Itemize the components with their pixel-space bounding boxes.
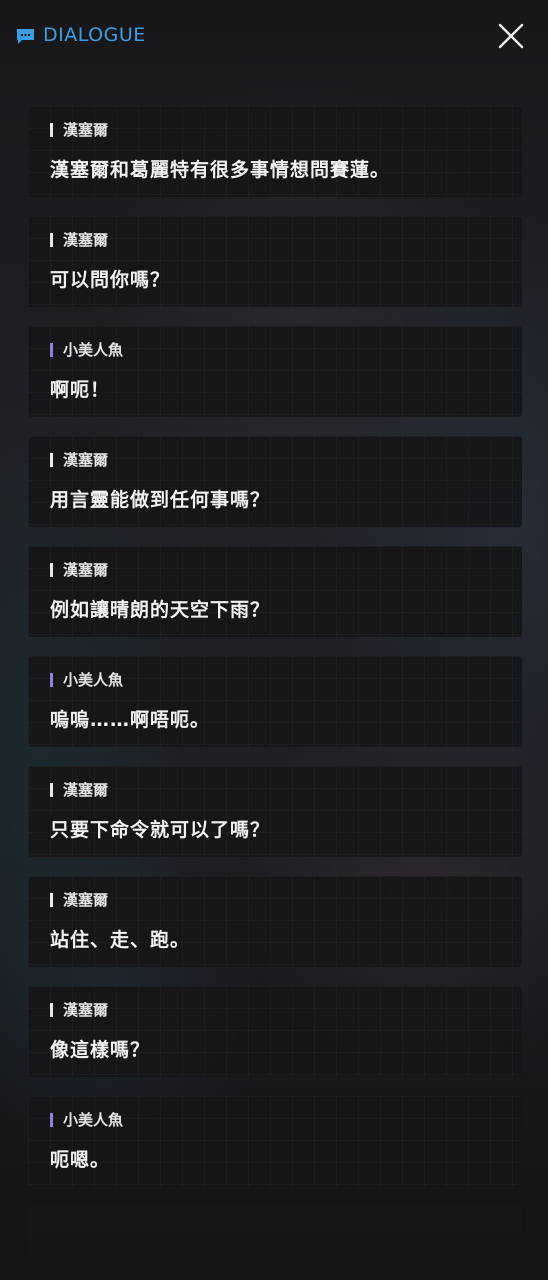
dialogue-entry: 漢塞爾例如讓晴朗的天空下雨？	[28, 546, 522, 637]
speaker-tag: 小美人魚	[50, 1109, 123, 1130]
speaker-tag: 漢塞爾	[50, 119, 108, 140]
speaker-marker	[50, 1002, 53, 1017]
close-icon[interactable]	[497, 22, 525, 50]
speaker-name: 漢塞爾	[63, 231, 109, 249]
dialogue-entry: 漢塞爾漢塞爾和葛麗特有很多事情想問賽蓮。	[28, 106, 522, 197]
dialogue-entry: 小美人魚嗚嗚……啊唔呃。	[28, 656, 522, 747]
dialogue-entry: 小美人魚啊呃！	[28, 326, 522, 417]
speaker-tag: 漢塞爾	[50, 229, 108, 250]
speaker-marker	[50, 232, 53, 247]
dialogue-entry: 漢塞爾用言靈能做到任何事嗎？	[28, 436, 522, 527]
speaker-marker	[50, 782, 53, 797]
speaker-name: 漢塞爾	[63, 781, 109, 799]
dialogue-entry: 漢塞爾像這樣嗎？	[28, 986, 522, 1077]
dialogue-line: 例如讓晴朗的天空下雨？	[50, 599, 271, 621]
dialogue-line: 呃嗯。	[50, 1149, 111, 1171]
speaker-name: 漢塞爾	[63, 891, 109, 909]
speaker-tag: 漢塞爾	[50, 559, 108, 580]
speaker-tag: 漢塞爾	[50, 779, 108, 800]
speaker-name: 漢塞爾	[63, 121, 109, 139]
speaker-name: 小美人魚	[63, 341, 124, 359]
chat-bubble-icon	[16, 28, 35, 45]
dialogue-entry: 漢塞爾站住、走、跑。	[28, 876, 522, 967]
speaker-name: 小美人魚	[63, 1111, 124, 1129]
speaker-name: 漢塞爾	[63, 561, 109, 579]
dialogue-line: 可以問你嗎？	[50, 269, 171, 291]
dialogue-log-screen: DIALOGUE 漢塞爾 漢塞爾和葛麗特有很多事情想問賽蓮。 漢塞爾 可以問你嗎？ 小美…	[0, 0, 548, 1280]
dialogue-line: 啊呃！	[50, 379, 111, 401]
speaker-tag: 漢塞爾	[50, 999, 108, 1020]
speaker-marker	[50, 562, 53, 577]
speaker-tag: 漢塞爾	[50, 449, 108, 470]
dialogue-entry: 小美人魚呃嗯。	[28, 1096, 522, 1187]
dialogue-line: 像這樣嗎？	[50, 1039, 151, 1061]
dialogue-entry-partial	[28, 1206, 522, 1280]
page-title: DIALOGUE	[43, 24, 146, 46]
speaker-name: 小美人魚	[63, 671, 124, 689]
speaker-marker	[50, 672, 53, 687]
dialogue-line: 漢塞爾和葛麗特有很多事情想問賽蓮。	[50, 159, 391, 181]
dialogue-entry: 漢塞爾可以問你嗎？	[28, 216, 522, 307]
speaker-marker	[50, 452, 53, 467]
speaker-name: 漢塞爾	[63, 451, 109, 469]
speaker-tag: 小美人魚	[50, 339, 123, 360]
dialogue-line: 站住、走、跑。	[50, 929, 191, 951]
dialogue-line: 只要下命令就可以了嗎？	[50, 819, 271, 841]
dialogue-list[interactable]: 漢塞爾 漢塞爾和葛麗特有很多事情想問賽蓮。 漢塞爾 可以問你嗎？ 小美人魚 啊呃！ 漢塞爾用…	[28, 106, 522, 1280]
speaker-marker	[50, 122, 53, 137]
speaker-marker	[50, 342, 53, 357]
dialogue-entry: 漢塞爾只要下命令就可以了嗎？	[28, 766, 522, 857]
dialogue-line: 用言靈能做到任何事嗎？	[50, 489, 271, 511]
speaker-marker	[50, 1112, 53, 1127]
speaker-tag: 漢塞爾	[50, 889, 108, 910]
speaker-marker	[50, 892, 53, 907]
speaker-name: 漢塞爾	[63, 1001, 109, 1019]
speaker-tag: 小美人魚	[50, 669, 123, 690]
dialogue-line: 嗚嗚……啊唔呃。	[50, 709, 211, 731]
header: DIALOGUE	[0, 0, 548, 74]
